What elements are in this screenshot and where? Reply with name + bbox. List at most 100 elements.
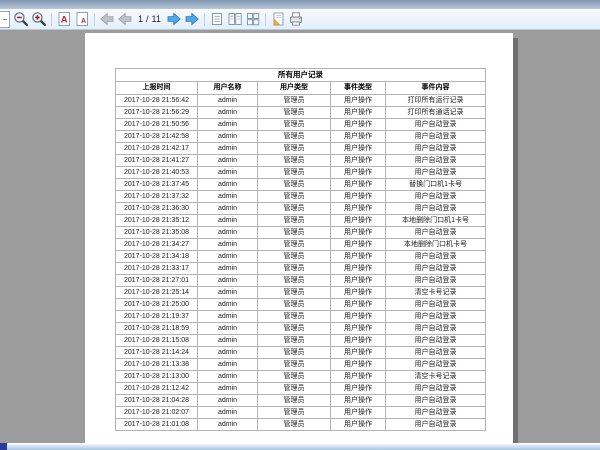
- zoom-in-icon: [31, 11, 47, 27]
- table-row: 2017-10-28 21:25:14 admin 管理员 用户操作 清空卡号记…: [116, 287, 486, 299]
- cell-event-type: 用户操作: [331, 131, 386, 143]
- four-page-view-button[interactable]: [244, 10, 262, 28]
- first-page-arrow-icon: [99, 11, 115, 27]
- table-row: 2017-10-28 21:56:42 admin 管理员 用户操作 打印所有运…: [116, 95, 486, 107]
- last-page-button[interactable]: [183, 10, 201, 28]
- cell-event-content: 用户自动登录: [386, 407, 486, 419]
- table-row: 2017-10-28 21:33:17 admin 管理员 用户操作 用户自动登…: [116, 263, 486, 275]
- cell-user-type: 管理员: [258, 203, 331, 215]
- table-row: 2017-10-28 21:04:28 admin 管理员 用户操作 用户自动登…: [116, 395, 486, 407]
- table-row: 2017-10-28 21:01:08 admin 管理员 用户操作 用户自动登…: [116, 419, 486, 431]
- cell-user-name: admin: [198, 119, 258, 131]
- cell-user-type: 管理员: [258, 119, 331, 131]
- cell-event-content: 用户自动登录: [386, 335, 486, 347]
- cell-user-name: admin: [198, 215, 258, 227]
- table-row: 2017-10-28 21:02:07 admin 管理员 用户操作 用户自动登…: [116, 407, 486, 419]
- printer-icon: [288, 11, 304, 27]
- cell-event-content: 用户自动登录: [386, 311, 486, 323]
- zoom-in-button[interactable]: [30, 10, 48, 28]
- cell-event-content: 用户自动登录: [386, 347, 486, 359]
- table-row: 2017-10-28 21:15:08 admin 管理员 用户操作 用户自动登…: [116, 335, 486, 347]
- page-total: 11: [152, 14, 161, 24]
- cell-user-name: admin: [198, 287, 258, 299]
- cell-user-type: 管理员: [258, 347, 331, 359]
- cell-user-name: admin: [198, 407, 258, 419]
- cell-event-type: 用户操作: [331, 359, 386, 371]
- cell-event-content: 用户自动登录: [386, 359, 486, 371]
- cell-user-name: admin: [198, 347, 258, 359]
- cell-user-type: 管理员: [258, 323, 331, 335]
- table-row: 2017-10-28 21:37:45 admin 管理员 用户操作 替换门口机…: [116, 179, 486, 191]
- cell-event-content: 用户自动登录: [386, 167, 486, 179]
- zoom-select-dropdown[interactable]: [0, 11, 10, 28]
- cell-report-time: 2017-10-28 21:40:53: [116, 167, 198, 179]
- cell-report-time: 2017-10-28 21:19:37: [116, 311, 198, 323]
- cell-user-name: admin: [198, 335, 258, 347]
- two-page-view-icon: [227, 11, 243, 27]
- cell-event-type: 用户操作: [331, 215, 386, 227]
- previous-page-button[interactable]: [116, 10, 134, 28]
- next-page-button[interactable]: [165, 10, 183, 28]
- page-setup-button[interactable]: [269, 10, 287, 28]
- font-smaller-button[interactable]: A: [73, 10, 91, 28]
- toolbar-separator: [94, 13, 95, 26]
- page-setup-icon: [270, 11, 286, 27]
- cell-event-content: 打印所有通话记录: [386, 107, 486, 119]
- cell-user-name: admin: [198, 275, 258, 287]
- cell-user-name: admin: [198, 179, 258, 191]
- cell-user-type: 管理员: [258, 419, 331, 431]
- page-separator: /: [146, 14, 149, 24]
- cell-event-type: 用户操作: [331, 155, 386, 167]
- print-button[interactable]: [287, 10, 305, 28]
- cell-event-content: 用户自动登录: [386, 131, 486, 143]
- table-row: 2017-10-28 21:14:24 admin 管理员 用户操作 用户自动登…: [116, 347, 486, 359]
- cell-event-type: 用户操作: [331, 407, 386, 419]
- cell-report-time: 2017-10-28 21:02:07: [116, 407, 198, 419]
- cell-report-time: 2017-10-28 21:35:12: [116, 215, 198, 227]
- table-row: 2017-10-28 21:40:53 admin 管理员 用户操作 用户自动登…: [116, 167, 486, 179]
- cell-user-name: admin: [198, 251, 258, 263]
- font-smaller-icon: A: [74, 11, 90, 27]
- cell-report-time: 2017-10-28 21:56:42: [116, 95, 198, 107]
- cell-user-type: 管理员: [258, 287, 331, 299]
- font-larger-button[interactable]: A: [55, 10, 73, 28]
- cell-user-type: 管理员: [258, 107, 331, 119]
- column-header-event-content: 事件内容: [386, 82, 486, 95]
- page-indicator: 1 / 11: [138, 14, 161, 24]
- cell-report-time: 2017-10-28 21:42:58: [116, 131, 198, 143]
- zoom-out-icon: [13, 11, 29, 27]
- cell-event-content: 用户自动登录: [386, 203, 486, 215]
- cell-user-type: 管理员: [258, 131, 331, 143]
- table-row: 2017-10-28 21:12:42 admin 管理员 用户操作 用户自动登…: [116, 383, 486, 395]
- single-page-view-button[interactable]: [208, 10, 226, 28]
- table-row: 2017-10-28 21:35:08 admin 管理员 用户操作 用户自动登…: [116, 227, 486, 239]
- table-row: 2017-10-28 21:42:58 admin 管理员 用户操作 用户自动登…: [116, 131, 486, 143]
- cell-event-type: 用户操作: [331, 335, 386, 347]
- cell-user-type: 管理员: [258, 299, 331, 311]
- cell-event-type: 用户操作: [331, 347, 386, 359]
- table-row: 2017-10-28 21:41:27 admin 管理员 用户操作 用户自动登…: [116, 155, 486, 167]
- cell-report-time: 2017-10-28 21:27:01: [116, 275, 198, 287]
- cell-report-time: 2017-10-28 21:37:45: [116, 179, 198, 191]
- two-page-view-button[interactable]: [226, 10, 244, 28]
- cell-report-time: 2017-10-28 21:36:30: [116, 203, 198, 215]
- cell-user-name: admin: [198, 311, 258, 323]
- cell-event-type: 用户操作: [331, 263, 386, 275]
- column-header-event-type: 事件类型: [331, 82, 386, 95]
- cell-event-type: 用户操作: [331, 167, 386, 179]
- cell-user-name: admin: [198, 191, 258, 203]
- cell-report-time: 2017-10-28 21:34:18: [116, 251, 198, 263]
- cell-event-type: 用户操作: [331, 287, 386, 299]
- cell-event-type: 用户操作: [331, 251, 386, 263]
- last-page-arrow-icon: [184, 11, 200, 27]
- cell-event-type: 用户操作: [331, 191, 386, 203]
- zoom-out-button[interactable]: [12, 10, 30, 28]
- cell-event-content: 用户自动登录: [386, 155, 486, 167]
- cell-report-time: 2017-10-28 21:13:00: [116, 371, 198, 383]
- cell-report-time: 2017-10-28 21:50:56: [116, 119, 198, 131]
- preview-area[interactable]: 所有用户记录 上报时间 用户名称 用户类型 事件类型 事件内容 2017-10-…: [0, 30, 600, 444]
- four-page-view-icon: [245, 11, 261, 27]
- cell-user-name: admin: [198, 383, 258, 395]
- cell-report-time: 2017-10-28 21:35:08: [116, 227, 198, 239]
- first-page-button[interactable]: [98, 10, 116, 28]
